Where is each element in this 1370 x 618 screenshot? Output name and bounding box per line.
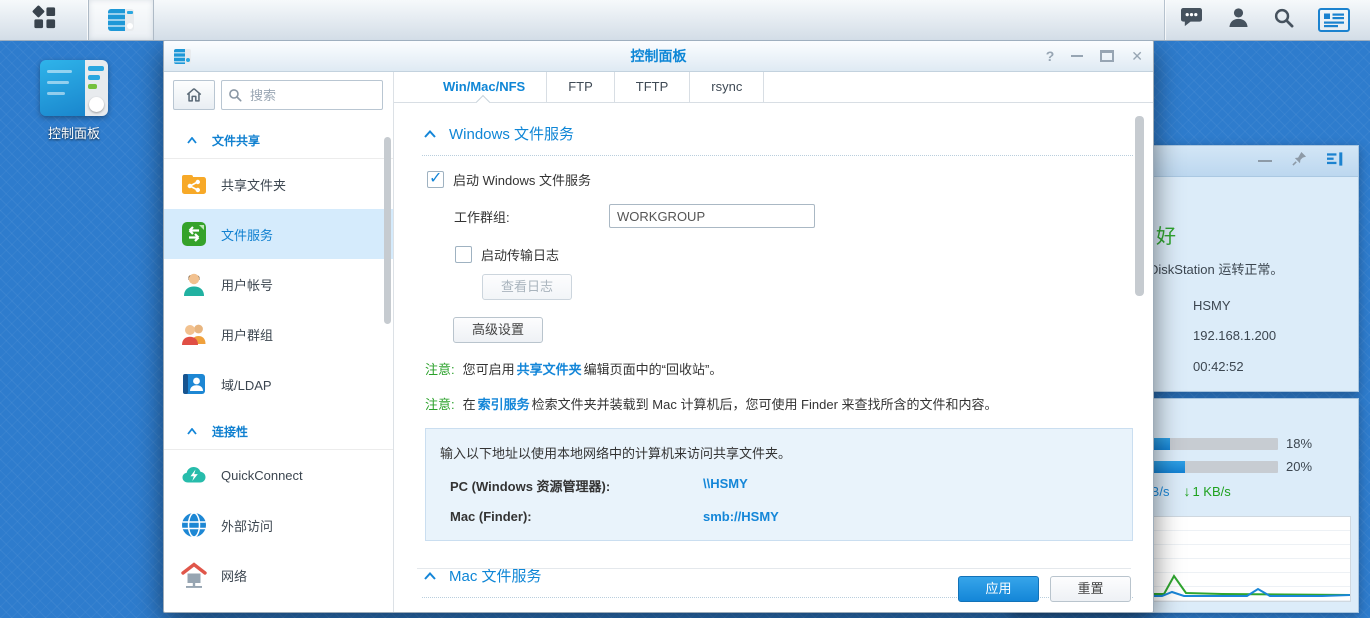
access-address-infobox: 输入以下地址以使用本地网络中的计算机来访问共享文件夹。 PC (Windows … xyxy=(425,428,1133,541)
chevron-up-icon xyxy=(424,130,436,138)
sidebar-item-user-accounts[interactable]: 用户帐号 xyxy=(164,259,393,309)
enable-windows-service-label: 启动 Windows 文件服务 xyxy=(453,170,591,189)
control-panel-icon xyxy=(40,60,108,116)
windows-file-service-header[interactable]: Windows 文件服务 xyxy=(424,123,1153,144)
help-button[interactable]: ? xyxy=(1046,48,1055,64)
advanced-settings-button[interactable]: 高级设置 xyxy=(453,317,543,343)
sidebar-scrollbar[interactable] xyxy=(384,137,391,324)
cpu-usage-percent: 18% xyxy=(1286,436,1312,451)
sidebar-item-network[interactable]: 网络 xyxy=(164,550,393,600)
domain-ldap-icon xyxy=(180,370,208,398)
control-panel-window: 控制面板 ? ✕ 文件共享 xyxy=(163,40,1154,613)
pc-access-value[interactable]: \\HSMY xyxy=(703,476,748,495)
infobox-intro: 输入以下地址以使用本地网络中的计算机来访问共享文件夹。 xyxy=(440,443,1118,462)
main-scrollbar[interactable] xyxy=(1135,116,1144,296)
sidebar-section-file-sharing[interactable]: 文件共享 xyxy=(164,118,393,159)
view-log-button[interactable]: 查看日志 xyxy=(482,274,572,300)
sidebar-search[interactable] xyxy=(221,80,383,110)
uptime-value: 00:42:52 xyxy=(1193,359,1244,374)
file-services-icon xyxy=(180,220,208,248)
maximize-button[interactable] xyxy=(1100,50,1114,62)
main-menu-icon xyxy=(31,4,58,36)
sidebar-item-dhcp-server[interactable]: DHCP Server xyxy=(164,600,393,612)
indexing-service-link[interactable]: 索引服务 xyxy=(478,397,530,412)
server-name-value: HSMY xyxy=(1193,298,1231,313)
minimize-button[interactable] xyxy=(1071,55,1083,57)
ram-usage-percent: 20% xyxy=(1286,459,1312,474)
notifications-icon[interactable] xyxy=(1179,7,1204,33)
workgroup-input[interactable] xyxy=(609,204,815,228)
sidebar-section-connectivity[interactable]: 连接性 xyxy=(164,409,393,450)
home-icon xyxy=(185,86,203,104)
apply-button[interactable]: 应用 xyxy=(958,576,1039,602)
mac-access-value[interactable]: smb://HSMY xyxy=(703,509,779,524)
sidebar-item-file-services[interactable]: 文件服务 xyxy=(164,209,393,259)
footer-divider xyxy=(417,568,1131,569)
widget-panel-icon[interactable] xyxy=(1327,152,1344,171)
chevron-up-icon xyxy=(424,572,436,580)
search-input[interactable] xyxy=(248,87,376,104)
taskbar xyxy=(0,0,1370,41)
tab-rsync[interactable]: rsync xyxy=(690,72,764,102)
note-recycle-bin: 注意: 您可启用共享文件夹编辑页面中的“回收站”。 xyxy=(425,359,1153,378)
sidebar-item-shared-folders[interactable]: 共享文件夹 xyxy=(164,159,393,209)
shared-folder-icon xyxy=(180,170,208,198)
health-message: DiskStation 运转正常。 xyxy=(1149,259,1283,278)
note-indexing: 注意: 在索引服务检索文件夹并装载到 Mac 计算机后，您可使用 Finder … xyxy=(425,394,1153,413)
widget-minimize-icon[interactable] xyxy=(1258,160,1272,162)
enable-mac-service-label: 启动 Mac 文件服务 xyxy=(453,612,563,613)
chevron-up-icon xyxy=(187,428,197,435)
user-account-icon xyxy=(180,270,208,298)
sidebar-item-external-access[interactable]: 外部访问 xyxy=(164,500,393,550)
divider xyxy=(422,155,1133,156)
quickconnect-icon xyxy=(180,461,208,489)
window-titlebar[interactable]: 控制面板 ? ✕ xyxy=(164,41,1153,72)
external-access-icon xyxy=(180,511,208,539)
desktop-shortcut-label: 控制面板 xyxy=(34,123,114,142)
widgets-panel-toggle[interactable] xyxy=(1318,8,1350,32)
widgets-panel-icon xyxy=(1323,12,1345,28)
download-speed: ↓ 1 KB/s xyxy=(1183,483,1230,499)
sidebar-item-quickconnect[interactable]: QuickConnect xyxy=(164,450,393,500)
transfer-log-label: 启动传输日志 xyxy=(481,245,559,264)
main-menu-button[interactable] xyxy=(0,0,89,40)
search-icon xyxy=(228,88,242,102)
settings-pane: Windows 文件服务 启动 Windows 文件服务 工作群组: 启动传输日… xyxy=(394,103,1153,612)
tab-bar: Win/Mac/NFS FTP TFTP rsync xyxy=(394,72,1153,103)
sidebar: 文件共享 共享文件夹 文件服务 用户帐号 用户群组 域/LDAP xyxy=(164,72,394,612)
tab-tftp[interactable]: TFTP xyxy=(615,72,691,102)
ip-address-value: 192.168.1.200 xyxy=(1193,328,1276,343)
health-status: 好 xyxy=(1156,220,1176,249)
pc-access-label: PC (Windows 资源管理器): xyxy=(440,476,703,495)
close-button[interactable]: ✕ xyxy=(1131,48,1143,65)
user-group-icon xyxy=(180,320,208,348)
user-icon[interactable] xyxy=(1228,7,1249,33)
footer-buttons: 应用 重置 xyxy=(958,576,1131,602)
dhcp-server-icon xyxy=(180,611,208,612)
search-icon[interactable] xyxy=(1273,7,1294,33)
window-title: 控制面板 xyxy=(164,46,1153,66)
main-panel: Win/Mac/NFS FTP TFTP rsync Windows 文件服务 … xyxy=(394,72,1153,612)
transfer-log-checkbox[interactable] xyxy=(455,246,472,263)
tab-ftp[interactable]: FTP xyxy=(547,72,615,102)
download-arrow-icon: ↓ xyxy=(1183,483,1190,499)
control-panel-task-button[interactable] xyxy=(89,0,154,40)
enable-windows-service-checkbox[interactable] xyxy=(427,171,444,188)
chevron-up-icon xyxy=(187,137,197,144)
home-button[interactable] xyxy=(173,80,215,110)
taskbar-tray xyxy=(1164,0,1370,40)
shared-folder-link[interactable]: 共享文件夹 xyxy=(517,362,582,377)
control-panel-task-icon xyxy=(108,9,134,31)
network-icon xyxy=(180,561,208,589)
workgroup-label: 工作群组: xyxy=(454,207,609,226)
sidebar-item-domain-ldap[interactable]: 域/LDAP xyxy=(164,359,393,409)
reset-button[interactable]: 重置 xyxy=(1050,576,1131,602)
desktop-shortcut-control-panel[interactable]: 控制面板 xyxy=(34,60,114,142)
pin-icon[interactable] xyxy=(1292,151,1307,171)
mac-access-label: Mac (Finder): xyxy=(440,509,703,524)
sidebar-item-user-groups[interactable]: 用户群组 xyxy=(164,309,393,359)
